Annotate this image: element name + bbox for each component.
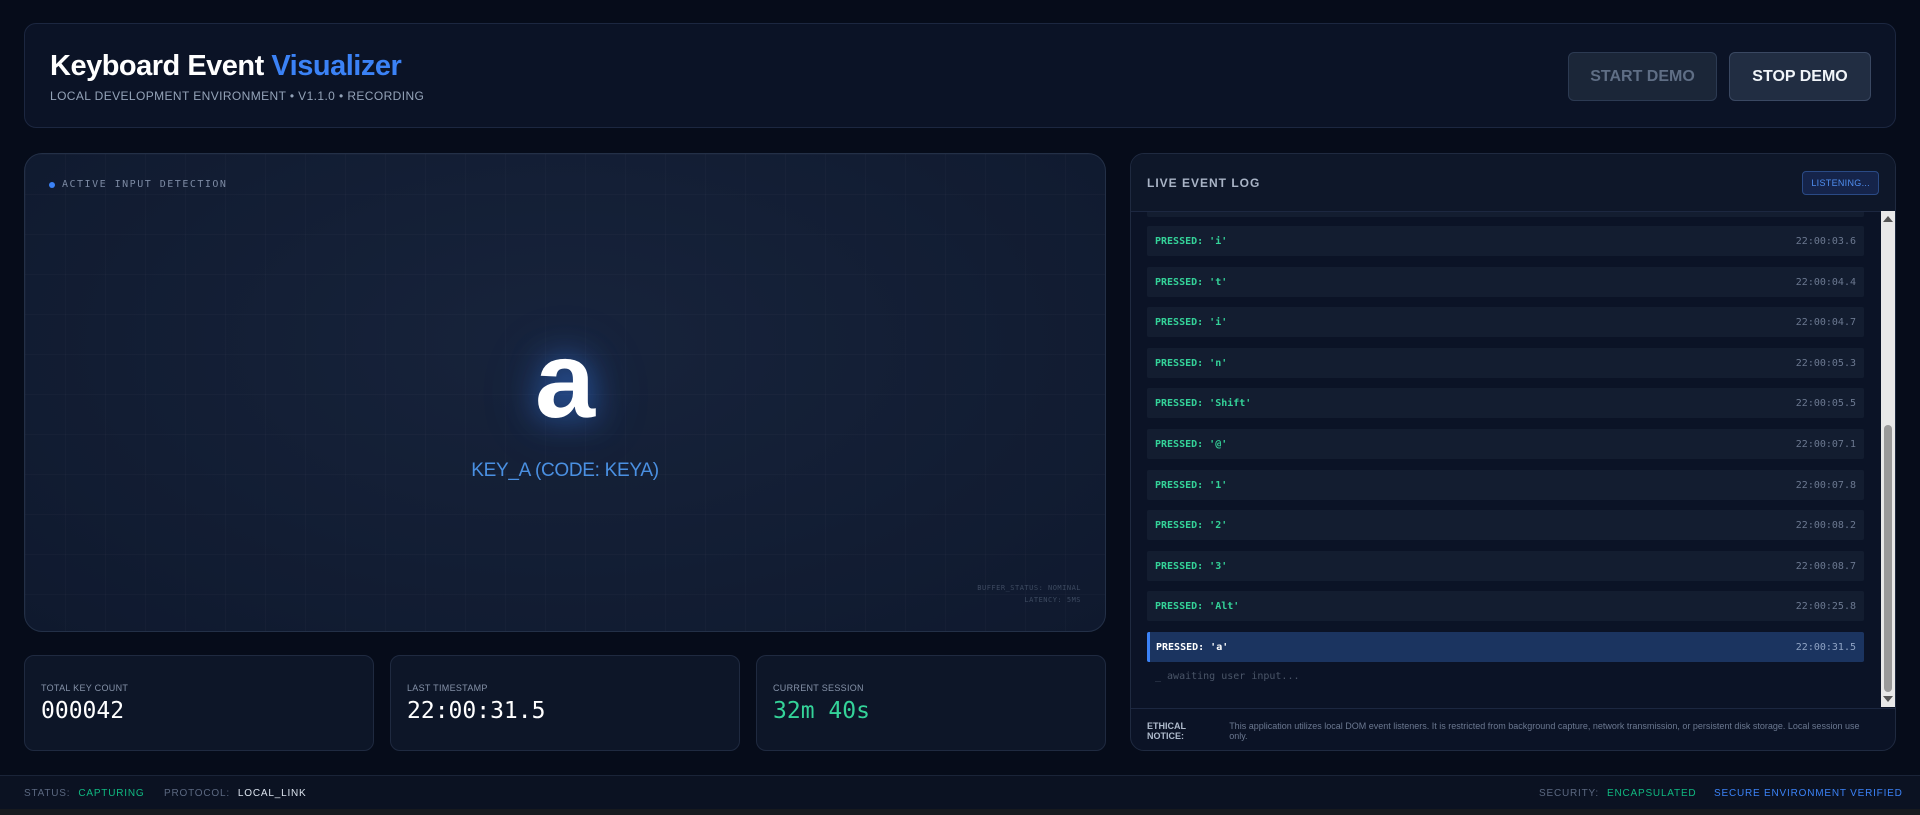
event-log-list[interactable]: PRESSED: 'i' 22:00:03.6 PRESSED: 't' 22:… bbox=[1147, 212, 1879, 708]
start-demo-button[interactable]: START DEMO bbox=[1568, 52, 1717, 101]
awaiting-input-text: _ awaiting user input... bbox=[1155, 671, 1300, 682]
security-value: ENCAPSULATED bbox=[1607, 788, 1697, 799]
event-log-scrollbar[interactable] bbox=[1881, 211, 1895, 707]
event-log-panel: LIVE EVENT LOG LISTENING... PRESSED: 'i'… bbox=[1130, 153, 1896, 751]
log-key: PRESSED: '2' bbox=[1155, 519, 1228, 531]
stat-value: 22:00:31.5 bbox=[407, 698, 546, 724]
notice-text: This application utilizes local DOM even… bbox=[1229, 720, 1860, 741]
title-accent: Visualizer bbox=[271, 50, 402, 82]
status-label: STATUS: bbox=[24, 788, 71, 799]
log-entry: PRESSED: 't' 22:00:04.4 bbox=[1147, 267, 1864, 297]
log-entry: PRESSED: 'Shift' 22:00:05.5 bbox=[1147, 388, 1864, 418]
security-indicator: SECURITY: ENCAPSULATED bbox=[1539, 788, 1696, 799]
stat-label: LAST TIMESTAMP bbox=[407, 683, 488, 693]
title-main: Keyboard Event bbox=[50, 50, 264, 82]
log-entry: PRESSED: '2' 22:00:08.2 bbox=[1147, 510, 1864, 540]
stat-value: 32m 40s bbox=[773, 698, 870, 724]
status-footer: STATUS: CAPTURING PROTOCOL: LOCAL_LINK S… bbox=[0, 775, 1920, 809]
log-entry: PRESSED: '3' 22:00:08.7 bbox=[1147, 551, 1864, 581]
event-log-header: LIVE EVENT LOG LISTENING... bbox=[1131, 154, 1895, 212]
key-visualizer-panel: ACTIVE INPUT DETECTION a KEY_A (CODE: KE… bbox=[24, 153, 1106, 632]
log-entry: PRESSED: '@' 22:00:07.1 bbox=[1147, 429, 1864, 459]
stop-demo-button[interactable]: STOP DEMO bbox=[1729, 52, 1871, 101]
verified-label: SECURE ENVIRONMENT VERIFIED bbox=[1714, 788, 1903, 799]
security-label: SECURITY: bbox=[1539, 788, 1599, 799]
latency: LATENCY: 5MS bbox=[1024, 596, 1081, 604]
page-title: Keyboard Event Visualizer bbox=[50, 50, 402, 83]
log-entry: PRESSED: '1' 22:00:07.8 bbox=[1147, 470, 1864, 500]
buffer-info: BUFFER_STATUS: NOMINAL LATENCY: 5MS bbox=[977, 582, 1081, 606]
table-row bbox=[1147, 212, 1864, 217]
protocol-indicator: PROTOCOL: LOCAL_LINK bbox=[164, 788, 307, 799]
stat-label: TOTAL KEY COUNT bbox=[41, 683, 129, 693]
stat-value: 000042 bbox=[41, 698, 125, 724]
log-time: 22:00:04.4 bbox=[1795, 276, 1856, 288]
scroll-up-icon[interactable] bbox=[1883, 216, 1893, 222]
notice-label: ETHICAL NOTICE: bbox=[1147, 720, 1186, 741]
scroll-thumb[interactable] bbox=[1884, 425, 1892, 692]
current-session-card: CURRENT SESSION 32m 40s bbox=[756, 655, 1106, 751]
status-value: CAPTURING bbox=[78, 788, 145, 799]
log-time: 22:00:08.2 bbox=[1795, 519, 1856, 531]
last-timestamp-card: LAST TIMESTAMP 22:00:31.5 bbox=[390, 655, 740, 751]
detection-label: ACTIVE INPUT DETECTION bbox=[62, 179, 228, 190]
detection-indicator: ACTIVE INPUT DETECTION bbox=[49, 179, 227, 190]
log-key: PRESSED: '@' bbox=[1155, 438, 1228, 450]
current-key-display: a bbox=[534, 319, 596, 440]
log-time: 22:00:03.6 bbox=[1795, 235, 1856, 247]
log-time: 22:00:04.7 bbox=[1795, 316, 1856, 328]
scroll-down-icon[interactable] bbox=[1883, 696, 1893, 702]
window-bottom-edge bbox=[0, 809, 1920, 815]
protocol-value: LOCAL_LINK bbox=[237, 788, 307, 799]
key-code-label: KEY_A (CODE: KEYA) bbox=[471, 460, 659, 481]
log-entry: PRESSED: 'i' 22:00:03.6 bbox=[1147, 226, 1864, 256]
log-time: 22:00:31.5 bbox=[1795, 641, 1856, 653]
log-key: PRESSED: 'Alt' bbox=[1155, 600, 1240, 612]
event-log-title: LIVE EVENT LOG bbox=[1147, 176, 1261, 190]
ethical-notice: ETHICAL NOTICE: This application utilize… bbox=[1131, 708, 1895, 750]
log-time: 22:00:25.8 bbox=[1795, 600, 1856, 612]
log-key: PRESSED: 'Shift' bbox=[1155, 397, 1252, 409]
status-dot-icon bbox=[49, 181, 55, 188]
log-key: PRESSED: 'n' bbox=[1155, 357, 1228, 369]
total-key-count-card: TOTAL KEY COUNT 000042 bbox=[24, 655, 374, 751]
log-entry-active: PRESSED: 'a' 22:00:31.5 bbox=[1147, 632, 1864, 662]
status-indicator: STATUS: CAPTURING bbox=[24, 788, 144, 799]
listening-button[interactable]: LISTENING... bbox=[1802, 171, 1879, 195]
log-entry: PRESSED: 'i' 22:00:04.7 bbox=[1147, 307, 1864, 337]
log-entry: PRESSED: 'Alt' 22:00:25.8 bbox=[1147, 591, 1864, 621]
environment-subtitle: LOCAL DEVELOPMENT ENVIRONMENT • V1.1.0 •… bbox=[50, 89, 425, 103]
log-key: PRESSED: 'i' bbox=[1155, 316, 1228, 328]
log-key: PRESSED: '3' bbox=[1155, 560, 1228, 572]
log-time: 22:00:08.7 bbox=[1795, 560, 1856, 572]
log-entry: PRESSED: 'n' 22:00:05.3 bbox=[1147, 348, 1864, 378]
log-key: PRESSED: '1' bbox=[1155, 479, 1228, 491]
log-time: 22:00:05.5 bbox=[1795, 397, 1856, 409]
log-key: PRESSED: 't' bbox=[1155, 276, 1228, 288]
log-time: 22:00:05.3 bbox=[1795, 357, 1856, 369]
buffer-status: BUFFER_STATUS: NOMINAL bbox=[977, 584, 1081, 592]
log-key: PRESSED: 'a' bbox=[1156, 641, 1229, 653]
verified-badge: SECURE ENVIRONMENT VERIFIED bbox=[1714, 788, 1903, 799]
app-header: Keyboard Event Visualizer LOCAL DEVELOPM… bbox=[24, 23, 1896, 128]
stat-label: CURRENT SESSION bbox=[773, 683, 864, 693]
log-time: 22:00:07.1 bbox=[1795, 438, 1856, 450]
log-key: PRESSED: 'i' bbox=[1155, 235, 1228, 247]
protocol-label: PROTOCOL: bbox=[164, 788, 230, 799]
log-time: 22:00:07.8 bbox=[1795, 479, 1856, 491]
